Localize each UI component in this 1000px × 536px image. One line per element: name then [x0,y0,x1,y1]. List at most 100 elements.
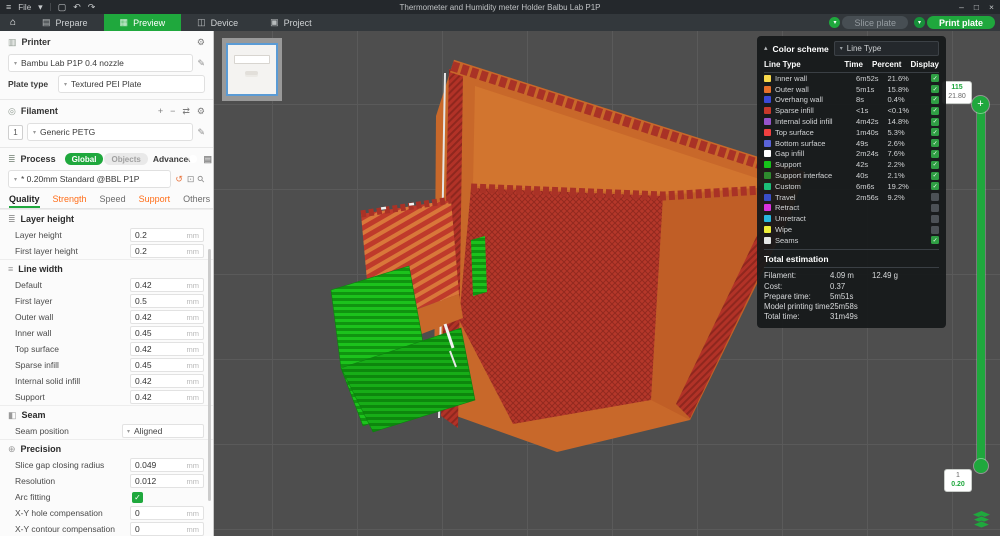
legend-row: Bottom surface 49s 2.6% [764,138,939,149]
line-type-name: Travel [775,192,796,202]
print-dropdown-icon[interactable]: ▾ [913,17,925,28]
legend-row: Outer wall 5m1s 15.8% [764,84,939,95]
viewport-3d[interactable]: ▴ Color scheme ▾ Line Type Line Type Tim… [213,31,1000,536]
filament-icon: ◎ [8,105,16,116]
display-checkbox[interactable] [931,193,939,202]
line-type-time: 8s [856,95,864,105]
plate-type-value: Textured PEI Plate [71,79,142,89]
collapse-panel-icon[interactable]: ▴ [764,45,768,52]
setting-input[interactable]: 0.45 mm [130,326,204,340]
layers-icon[interactable] [972,511,991,528]
section-seam: ◧ Seam Seam position ▾ Aligned [0,405,213,439]
setting-input[interactable]: 0.049 mm [130,458,204,472]
filament-sync-icon[interactable]: ⇄ [182,106,190,117]
setting-input[interactable]: 0.2 mm [130,228,204,242]
home-button[interactable]: ⌂ [0,14,26,31]
parameter-list-icon[interactable]: ▤ [203,154,212,165]
line-type-name: Bottom surface [775,138,826,148]
sidebar-scrollbar[interactable] [208,249,211,501]
process-tab[interactable]: Quality [9,194,40,208]
setting-label: Seam position [15,426,69,436]
setting-checkbox[interactable] [132,491,204,503]
printer-preset-dropdown[interactable]: ▾ Bambu Lab P1P 0.4 nozzle [8,54,194,72]
main-tab[interactable]: ▤ Prepare [26,14,104,31]
display-checkbox[interactable] [931,214,939,223]
layer-slider-top-handle[interactable]: + [972,96,989,113]
main-tab[interactable]: ◫ Device [181,14,254,31]
slice-dropdown-icon[interactable]: ▾ [829,17,841,28]
setting-input[interactable]: 0.2 mm [130,244,204,258]
line-type-percent: 19.2% [887,181,909,191]
display-checkbox[interactable] [931,149,939,158]
filament-preset-dropdown[interactable]: ▾ Generic PETG [27,123,194,141]
setting-input[interactable]: 0 mm [130,522,204,536]
view-mode-dropdown[interactable]: ▾ Line Type [833,41,939,56]
objects-toggle[interactable]: Objects [104,153,148,165]
printer-edit-icon[interactable]: ✎ [197,58,205,69]
setting-input[interactable]: 0.5 mm [130,294,204,308]
process-tab[interactable]: Speed [100,194,126,208]
total-estimation-rows: Filament: 4.09 m 12.49 g Cost: 0.37 Prep… [764,271,939,322]
save-preset-icon[interactable]: ⊡ [187,174,195,185]
line-type-percent: 5.3% [887,127,905,137]
display-checkbox[interactable] [931,117,939,126]
file-menu[interactable]: File [18,3,31,12]
undo-icon[interactable]: ↶ [73,0,81,14]
process-tab[interactable]: Others [183,194,210,208]
close-icon[interactable]: × [989,2,994,12]
layer-slider-bottom-handle[interactable] [974,459,988,473]
display-checkbox[interactable] [931,203,939,212]
filament-edit-icon[interactable]: ✎ [197,127,205,138]
chevron-down-icon[interactable]: ▾ [38,0,43,14]
setting-input[interactable]: 0 mm [130,506,204,520]
display-checkbox[interactable] [931,160,939,169]
display-checkbox[interactable] [931,74,939,83]
setting-dropdown[interactable]: ▾ Aligned [122,424,204,438]
minimize-icon[interactable]: – [959,2,964,12]
setting-input[interactable]: 0.42 mm [130,390,204,404]
global-toggle[interactable]: Global [64,153,104,165]
legend-row: Gap infill 2m24s 7.6% [764,149,939,160]
setting-input[interactable]: 0.42 mm [130,342,204,356]
process-tab[interactable]: Strength [53,194,87,208]
total-row: Prepare time: 5m51s [764,291,939,301]
process-preset-dropdown[interactable]: ▾ * 0.20mm Standard @BBL P1P [8,170,172,188]
line-type-swatch [764,150,771,158]
display-checkbox[interactable] [931,171,939,180]
display-checkbox[interactable] [931,182,939,191]
display-checkbox[interactable] [931,139,939,148]
section-title: Layer height [20,214,75,224]
main-tab[interactable]: ▦ Preview [103,14,182,31]
search-icon[interactable]: ⚲ [195,173,207,185]
display-checkbox[interactable] [931,128,939,137]
remove-filament-button[interactable]: − [170,106,175,116]
setting-input[interactable]: 0.42 mm [130,310,204,324]
setting-input[interactable]: 0.012 mm [130,474,204,488]
display-checkbox[interactable] [931,85,939,94]
plate-type-dropdown[interactable]: ▾ Textured PEI Plate [58,75,205,93]
display-checkbox[interactable] [931,95,939,104]
redo-icon[interactable]: ↷ [88,0,96,14]
layer-slider-track[interactable] [977,103,985,468]
setting-input[interactable]: 0.42 mm [130,278,204,292]
setting-input[interactable]: 0.45 mm [130,358,204,372]
setting-label: First layer [15,296,53,306]
main-tab[interactable]: ▣ Project [254,14,328,31]
print-plate-button[interactable]: Print plate [926,16,995,29]
display-checkbox[interactable] [931,225,939,234]
slice-plate-button[interactable]: Slice plate [842,16,908,29]
display-checkbox[interactable] [931,106,939,115]
printer-settings-gear-icon[interactable]: ⚙ [197,37,205,48]
setting-input[interactable]: 0.42 mm [130,374,204,388]
plate-thumbnail[interactable] [222,38,282,101]
reset-preset-icon[interactable]: ↺ [175,174,183,185]
menu-icon[interactable]: ≡ [6,0,11,14]
add-filament-button[interactable]: + [158,106,163,116]
display-checkbox[interactable] [931,236,939,245]
process-tab[interactable]: Support [139,194,171,208]
filament-settings-gear-icon[interactable]: ⚙ [197,106,205,117]
tab-label: Device [210,17,239,28]
maximize-icon[interactable]: □ [974,2,979,12]
new-project-icon[interactable]: ▢ [58,0,67,14]
setting-label: Support [15,392,45,402]
